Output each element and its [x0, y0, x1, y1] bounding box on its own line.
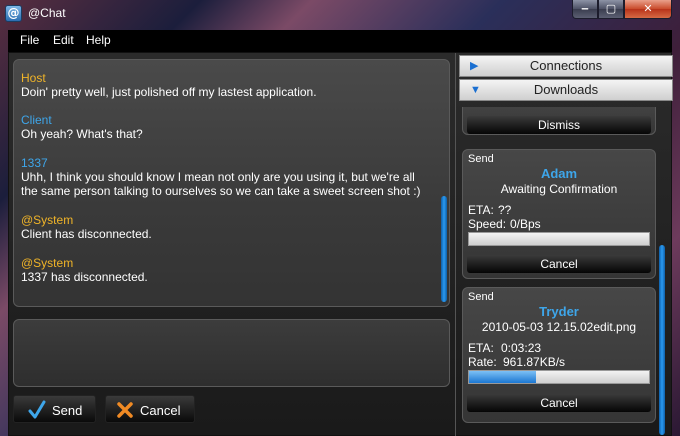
progress-bar — [468, 232, 650, 246]
minimize-button[interactable]: ‒ — [572, 0, 598, 19]
app-window: @ @Chat ‒ ▢ ✕ File Edit Help Host Doin' … — [0, 0, 680, 436]
message-input[interactable] — [13, 319, 450, 387]
message-text: Doin' pretty well, just polished off my … — [21, 85, 317, 99]
eta-value: ?? — [498, 203, 512, 217]
expand-right-icon: ▶ — [470, 60, 479, 72]
chat-log[interactable]: Host Doin' pretty well, just polished of… — [13, 59, 450, 307]
transfer-status: Awaiting Confirmation — [500, 182, 618, 196]
downloads-label: Downloads — [533, 82, 599, 97]
message-text: Uhh, I think you should know I mean not … — [21, 170, 421, 198]
downloads-list[interactable]: Dismiss Send Adam Awaiting Confirmation … — [459, 107, 673, 436]
rate-value: 961.87KB/s — [503, 355, 566, 369]
message-sender: @System — [21, 256, 74, 270]
client-area: Host Doin' pretty well, just polished of… — [8, 52, 673, 436]
message-text: Oh yeah? What's that? — [21, 127, 143, 141]
transfer-cancel-button[interactable]: Cancel — [467, 394, 651, 412]
downloads-header[interactable]: ▼ Downloads — [459, 79, 673, 101]
check-icon — [28, 400, 46, 419]
cancel-button[interactable]: Cancel — [105, 395, 195, 423]
downloads-scrollbar[interactable] — [659, 245, 665, 435]
window-title: @Chat — [28, 6, 66, 20]
cancel-label: Cancel — [140, 403, 181, 418]
progress-fill — [469, 371, 536, 383]
connections-label: Connections — [529, 58, 603, 73]
message-sender: Host — [21, 71, 46, 85]
title-bar[interactable]: @ @Chat ‒ ▢ ✕ — [0, 0, 680, 28]
chat-message: Client Oh yeah? What's that? — [21, 113, 431, 141]
rate-label: Rate: — [468, 355, 497, 369]
x-icon — [117, 402, 133, 418]
progress-bar — [468, 370, 650, 384]
message-text: 1337 has disconnected. — [21, 270, 148, 284]
eta-label: ETA: — [468, 341, 494, 355]
close-button[interactable]: ✕ — [624, 0, 672, 19]
close-icon: ✕ — [643, 2, 653, 15]
menu-help[interactable]: Help — [86, 33, 111, 47]
connections-header[interactable]: ▶ Connections — [459, 55, 673, 77]
chat-scroll-thumb[interactable] — [441, 196, 447, 302]
maximize-button[interactable]: ▢ — [598, 0, 624, 19]
menu-edit[interactable]: Edit — [53, 33, 74, 47]
transfer-card: Dismiss — [462, 107, 656, 135]
chat-message: @System 1337 has disconnected. — [21, 256, 431, 284]
transfer-sidebar: ▶ Connections ▼ Downloads Dismiss Send A… — [455, 53, 673, 436]
expand-down-icon: ▼ — [470, 84, 481, 96]
send-button[interactable]: Send — [13, 395, 96, 423]
speed-value: 0/Bps — [510, 217, 541, 231]
minimize-icon: ‒ — [581, 2, 589, 15]
chat-message: 1337 Uhh, I think you should know I mean… — [21, 156, 431, 198]
chat-message: Host Doin' pretty well, just polished of… — [21, 71, 431, 99]
transfer-card: Send Tryder 2010-05-03 12.15.02edit.png … — [462, 287, 656, 423]
at-icon: @ — [5, 5, 22, 22]
eta-label: ETA: — [468, 203, 494, 217]
transfer-file: 2010-05-03 12.15.02edit.png — [481, 320, 637, 334]
transfer-cancel-button[interactable]: Cancel — [467, 255, 651, 273]
chat-scrollbar[interactable] — [441, 64, 447, 302]
transfer-kind: Send — [468, 291, 494, 303]
message-sender: 1337 — [21, 156, 48, 170]
transfer-peer: Adam — [540, 166, 578, 181]
menu-bar: File Edit Help — [8, 30, 672, 52]
transfer-kind: Send — [468, 153, 494, 165]
transfer-peer: Tryder — [539, 304, 579, 319]
maximize-icon: ▢ — [605, 2, 617, 15]
message-sender: @System — [21, 213, 74, 227]
chat-message: @System Client has disconnected. — [21, 213, 431, 241]
eta-value: 0:03:23 — [501, 341, 542, 355]
dismiss-button[interactable]: Dismiss — [467, 116, 651, 134]
message-sender: Client — [21, 113, 52, 127]
menu-file[interactable]: File — [20, 33, 39, 47]
speed-label: Speed: — [468, 217, 507, 231]
message-text: Client has disconnected. — [21, 227, 152, 241]
transfer-card: Send Adam Awaiting Confirmation ETA: ?? … — [462, 149, 656, 279]
send-label: Send — [52, 403, 83, 418]
